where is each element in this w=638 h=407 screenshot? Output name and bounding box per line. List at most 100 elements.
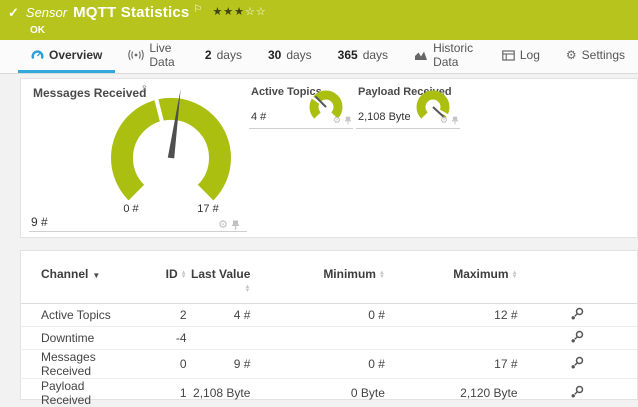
tab-label: days: [217, 48, 242, 62]
tab-label: days: [363, 48, 388, 62]
chart-icon: [414, 50, 428, 61]
column-label: ID: [166, 267, 178, 281]
channel-name[interactable]: Messages Received: [21, 350, 133, 379]
gauge-min-label: 0 #: [111, 203, 151, 215]
channel-maximum: 12 #: [385, 304, 518, 327]
table-header-row: Channel▼ ID▲▼ Last Value▲▼ Minimum▲▼ Max…: [21, 263, 637, 304]
column-header-actions: [518, 263, 637, 304]
channel-minimum: 0 Byte: [250, 379, 385, 407]
ok-check-icon: ✓: [8, 5, 19, 21]
primary-gauge: [21, 79, 251, 239]
live-data-icon: [128, 49, 144, 61]
sensor-header: ✓ Sensor MQTT Statistics ⚐ ★★★☆☆ OK: [0, 0, 638, 40]
stars-empty: ☆☆: [245, 6, 267, 18]
table-row: Payload Received 1 2,108 Byte 0 Byte 2,1…: [21, 379, 637, 407]
channel-last-value: 9 #: [187, 350, 251, 379]
column-header-channel[interactable]: Channel ▼: [21, 263, 133, 304]
table-row: Downtime -4: [21, 327, 637, 350]
gauge-current-value: 2,108 Byte: [358, 111, 411, 123]
tab-2-days[interactable]: 2 days: [192, 40, 255, 73]
gauges-panel: Messages Received x̄ 0 # 17 # 9 # ⚙ Acti…: [20, 78, 638, 238]
channel-minimum: [250, 327, 385, 350]
tab-label: Settings: [582, 48, 625, 62]
sorted-desc-icon: ▼: [92, 271, 100, 280]
channel-last-value: 2,108 Byte: [187, 379, 251, 407]
channel-name[interactable]: Downtime: [21, 327, 133, 350]
table-row: Active Topics 2 4 # 0 # 12 #: [21, 304, 637, 327]
tab-num: 365: [338, 48, 358, 62]
channel-settings-icon[interactable]: [570, 330, 584, 344]
gauge-current-value: 4 #: [251, 111, 266, 123]
gauge-tile-actions: ⚙: [440, 115, 458, 125]
tab-num: 2: [205, 48, 212, 62]
gauge-settings-gear-icon[interactable]: ⚙: [333, 115, 341, 125]
channel-settings-icon[interactable]: [570, 385, 584, 399]
column-header-maximum[interactable]: Maximum ▲▼: [385, 263, 518, 304]
column-label: Last Value: [191, 267, 250, 281]
column-label: Channel: [41, 267, 88, 281]
channel-minimum: 0 #: [250, 350, 385, 379]
gauge-icon: [31, 49, 44, 61]
tab-30-days[interactable]: 30 days: [255, 40, 325, 73]
pin-icon[interactable]: [452, 116, 458, 125]
channel-table: Channel▼ ID▲▼ Last Value▲▼ Minimum▲▼ Max…: [21, 263, 637, 407]
sensor-kind-label: Sensor: [26, 5, 67, 20]
tab-label: Live Data: [149, 41, 179, 69]
pin-icon[interactable]: [232, 220, 239, 230]
status-badge: OK: [30, 25, 45, 36]
column-header-id[interactable]: ID▲▼: [133, 263, 187, 304]
gauge-settings-gear-icon[interactable]: ⚙: [218, 220, 228, 230]
gauge-tile-actions: ⚙: [218, 220, 239, 230]
column-label: Maximum: [453, 267, 508, 281]
channel-table-panel: Channel▼ ID▲▼ Last Value▲▼ Minimum▲▼ Max…: [20, 250, 638, 400]
tile-divider: [29, 231, 247, 232]
gear-icon: ⚙: [566, 49, 577, 61]
gauge-tile-actions: ⚙: [333, 115, 351, 125]
pin-icon[interactable]: [345, 116, 351, 125]
priority-stars[interactable]: ★★★☆☆: [212, 5, 266, 18]
tab-365-days[interactable]: 365 days: [325, 40, 401, 73]
column-header-last-value[interactable]: Last Value ▲▼: [187, 263, 251, 304]
tab-historic-data[interactable]: Historic Data: [401, 40, 489, 73]
table-row: Messages Received 0 9 # 0 # 17 #: [21, 350, 637, 379]
channel-last-value: 4 #: [187, 304, 251, 327]
tab-label: days: [286, 48, 311, 62]
gauge-current-value: 9 #: [31, 215, 48, 229]
channel-settings-icon[interactable]: [570, 307, 584, 321]
channel-last-value: [187, 327, 251, 350]
channel-minimum: 0 #: [250, 304, 385, 327]
column-header-minimum[interactable]: Minimum▲▼: [250, 263, 385, 304]
gauge-tile-payload-received: Payload Received 2,108 Byte ⚙: [356, 83, 460, 129]
gauge-tile-active-topics: Active Topics 4 # ⚙: [249, 83, 353, 129]
sort-icon: ▲▼: [512, 271, 518, 279]
sort-icon: ▲▼: [379, 271, 385, 279]
channel-id: -4: [133, 327, 187, 350]
channel-id: 2: [133, 304, 187, 327]
tab-label: Historic Data: [433, 41, 476, 69]
stars-filled: ★★★: [212, 6, 245, 18]
tab-label: Log: [520, 48, 540, 62]
channel-name[interactable]: Active Topics: [21, 304, 133, 327]
tab-bar: Overview Live Data 2 days 30 days 365 da…: [0, 40, 638, 74]
channel-id: 0: [133, 350, 187, 379]
channel-name[interactable]: Payload Received: [21, 379, 133, 407]
channel-maximum: [385, 327, 518, 350]
sensor-title: MQTT Statistics: [73, 4, 189, 21]
channel-maximum: 2,120 Byte: [385, 379, 518, 407]
channel-maximum: 17 #: [385, 350, 518, 379]
gauge-max-label: 17 #: [188, 203, 228, 215]
sort-icon: ▲▼: [181, 271, 187, 279]
tab-live-data[interactable]: Live Data: [115, 40, 192, 73]
gauge-tile-messages-received: Messages Received x̄ 0 # 17 # 9 # ⚙: [21, 79, 251, 239]
tab-log[interactable]: Log: [489, 40, 553, 73]
flag-icon[interactable]: ⚐: [193, 4, 202, 15]
column-label: Minimum: [323, 267, 376, 281]
sort-icon: ▲▼: [244, 285, 250, 293]
gauge-settings-gear-icon[interactable]: ⚙: [440, 115, 448, 125]
tab-label: Overview: [49, 48, 102, 62]
tab-settings[interactable]: ⚙ Settings: [553, 40, 638, 73]
channel-settings-icon[interactable]: [570, 356, 584, 370]
tab-num: 30: [268, 48, 281, 62]
tab-overview[interactable]: Overview: [18, 40, 115, 73]
log-icon: [502, 50, 515, 61]
